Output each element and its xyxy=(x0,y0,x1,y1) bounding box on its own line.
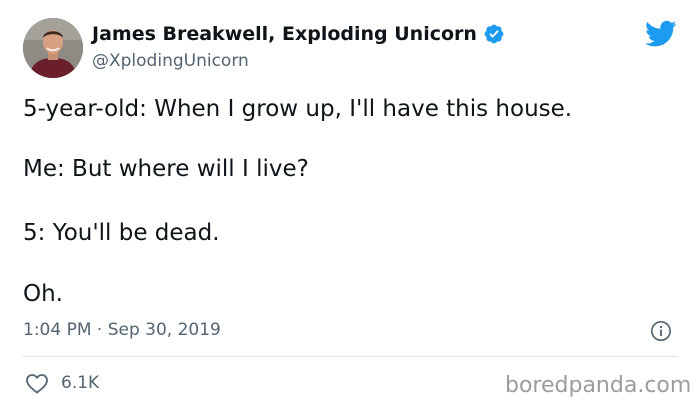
tweet-text-line-1: 5-year-old: When I grow up, I'll have th… xyxy=(23,96,573,122)
twitter-bird-icon[interactable] xyxy=(645,20,677,48)
like-count: 6.1K xyxy=(61,373,100,393)
author-name-text[interactable]: James Breakwell, Exploding Unicorn xyxy=(92,23,477,45)
divider xyxy=(23,356,678,357)
tweet-timestamp[interactable]: 1:04 PM · Sep 30, 2019 xyxy=(23,320,221,340)
author-display-name[interactable]: James Breakwell, Exploding Unicorn xyxy=(92,23,505,45)
avatar[interactable] xyxy=(23,18,83,78)
tweet-text-line-2: Me: But where will I live? xyxy=(23,156,309,182)
tweet-text-line-4: Oh. xyxy=(23,281,63,307)
tweet-text-line-3: 5: You'll be dead. xyxy=(23,220,220,246)
watermark: boredpanda.com xyxy=(505,373,692,398)
like-button[interactable]: 6.1K xyxy=(25,372,99,394)
author-handle[interactable]: @XplodingUnicorn xyxy=(92,51,249,71)
heart-icon[interactable] xyxy=(25,372,49,394)
verified-badge-icon xyxy=(484,24,504,44)
info-icon[interactable] xyxy=(650,320,672,342)
